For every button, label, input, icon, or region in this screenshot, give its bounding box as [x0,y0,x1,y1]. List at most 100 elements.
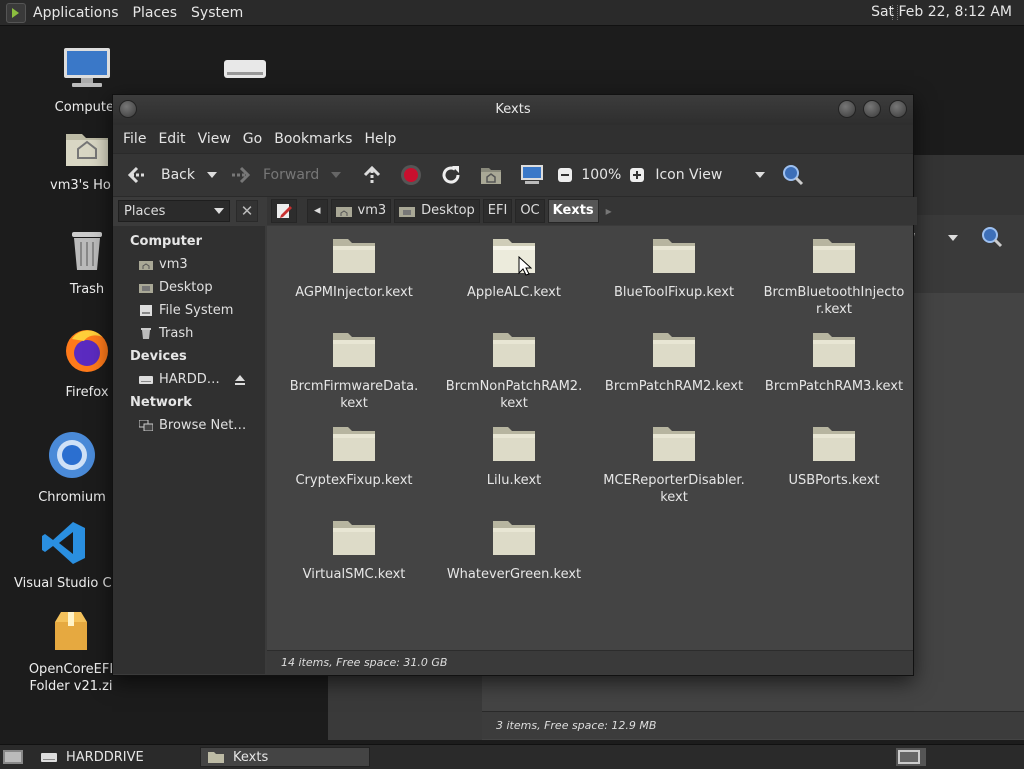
desktop-icon-archive[interactable]: OpenCoreEFIFolder v21.zip [22,610,120,695]
archive-icon [55,612,87,650]
folder-icon [653,239,695,273]
breadcrumb-efi[interactable]: EFI [482,199,513,223]
file-item[interactable]: BrcmPatchRAM2.kext [599,330,749,395]
home-icon[interactable] [479,164,503,186]
folder-icon [333,239,375,273]
breadcrumb-kexts[interactable]: Kexts [547,199,599,223]
home-icon [335,207,352,217]
reload-icon[interactable] [439,163,463,187]
title-bar[interactable]: Kexts [113,95,913,125]
file-item[interactable]: VirtualSMC.kext [279,518,429,583]
file-item[interactable]: BrcmFirmwareData. kext [279,330,429,412]
sidebar-item-file-system[interactable]: File System [113,299,265,322]
menu-view[interactable]: View [192,131,237,147]
desktop-icon-chromium[interactable]: Chromium [22,430,122,506]
chevron-down-icon [214,208,224,214]
trash-icon [141,328,151,339]
file-item-label: BlueToolFixup.kext [613,285,735,300]
sidebar-heading-devices: Devices [130,349,187,364]
forward-button: Forward [263,167,320,183]
breadcrumb-label: vm3 [357,203,387,218]
close-sidebar-icon[interactable]: ✕ [236,200,258,222]
show-desktop-icon[interactable] [2,748,24,766]
file-item[interactable]: CryptexFixup.kext [279,424,429,489]
file-item[interactable]: Lilu.kext [439,424,589,489]
folder-icon [653,333,695,367]
sidebar-item-desktop[interactable]: Desktop [113,276,265,299]
search-icon[interactable] [781,163,805,187]
places-menu[interactable]: Places [126,5,185,21]
zoom-in-icon[interactable] [629,167,645,183]
file-item-label: kext [500,396,528,411]
folder-icon [493,333,535,367]
file-item[interactable]: AppleALC.kext [439,236,589,301]
file-item-label: AGPMInjector.kext [295,285,413,300]
sidebar-item-harddrive[interactable]: HARDD… [113,368,265,391]
edit-location-icon[interactable] [271,199,297,223]
breadcrumb-desktop[interactable]: Desktop [394,199,480,223]
sidebar-item-browse-network[interactable]: Browse Net… [113,414,265,437]
menu-edit[interactable]: Edit [152,131,191,147]
up-arrow-icon[interactable] [361,164,383,186]
file-item-label: kext [340,396,368,411]
system-menu[interactable]: System [184,5,250,21]
view-mode-dropdown[interactable] [755,172,766,178]
desktop-icon-vscode[interactable]: Visual Studio Code [14,520,114,592]
minimize-button[interactable] [838,100,856,118]
breadcrumb-oc[interactable]: OC [515,199,545,223]
drive-icon [140,305,152,316]
back-arrow-icon[interactable] [127,165,149,185]
menu-go[interactable]: Go [237,131,268,147]
applications-menu[interactable]: Applications [26,5,126,21]
clock[interactable]: Sat Feb 22, 8:12 AM [871,0,1012,25]
file-item[interactable]: BrcmPatchRAM3.kext [759,330,909,395]
file-item-label: BrcmPatchRAM3.kext [764,379,904,394]
desktop-icon-label: Firefox [65,385,109,400]
breadcrumb-scroll-right[interactable]: ▸ [606,204,612,218]
file-item[interactable]: USBPorts.kext [759,424,909,489]
taskbar-item-kexts[interactable]: Kexts [200,747,370,767]
file-item[interactable]: WhateverGreen.kext [439,518,589,583]
desktop-icon [139,284,153,293]
zoom-out-icon[interactable] [557,167,573,183]
sidebar-header: Places ✕ [115,197,267,225]
eject-icon[interactable] [234,374,246,386]
sidebar-item-trash[interactable]: Trash [113,322,265,345]
home-folder-icon [66,134,108,166]
desktop-icon-harddrive[interactable] [200,52,290,91]
breadcrumb-vm3[interactable]: vm3 [330,199,392,223]
computer-icon[interactable] [519,164,545,186]
menu-help[interactable]: Help [358,131,402,147]
window-menu-button[interactable] [119,100,137,118]
sidebar-selector[interactable]: Places [118,200,230,222]
file-item[interactable]: BrcmBluetoothInjecto r.kext [759,236,909,318]
file-item[interactable]: MCEReporterDisabler. kext [599,424,749,506]
desktop-icon [399,207,416,217]
firefox-icon [66,330,108,372]
stop-icon[interactable] [399,163,423,187]
background-search-icon[interactable] [980,225,1004,249]
folder-icon [333,427,375,461]
workspace-switcher-icon[interactable] [896,748,926,766]
menu-bookmarks[interactable]: Bookmarks [268,131,358,147]
menu-file[interactable]: File [117,131,152,147]
file-item[interactable]: BlueToolFixup.kext [599,236,749,301]
file-item[interactable]: BrcmNonPatchRAM2. kext [439,330,589,412]
view-mode-select[interactable]: Icon View [655,167,743,183]
close-button[interactable] [889,100,907,118]
file-item-label: WhateverGreen.kext [446,567,582,582]
file-grid: AGPMInjector.kext AppleALC.kext BlueToolFi… [267,226,913,650]
file-item[interactable]: AGPMInjector.kext [279,236,429,301]
maximize-button[interactable] [863,100,881,118]
sidebar-item-vm3[interactable]: vm3 [113,253,265,276]
back-history-dropdown[interactable] [207,172,217,178]
background-view-dropdown[interactable] [948,235,958,241]
folder-icon [333,333,375,367]
file-item-label: BrcmBluetoothInjecto [763,285,905,300]
taskbar-item-harddrive[interactable]: HARDDRIVE [34,747,198,767]
breadcrumb-scroll-left[interactable]: ◂ [307,199,328,223]
file-manager-window[interactable]: Kexts File Edit View Go Bookmarks Help B… [112,94,917,676]
back-button[interactable]: Back [161,167,195,183]
mate-logo-icon[interactable] [6,2,26,23]
folder-icon [493,521,535,555]
